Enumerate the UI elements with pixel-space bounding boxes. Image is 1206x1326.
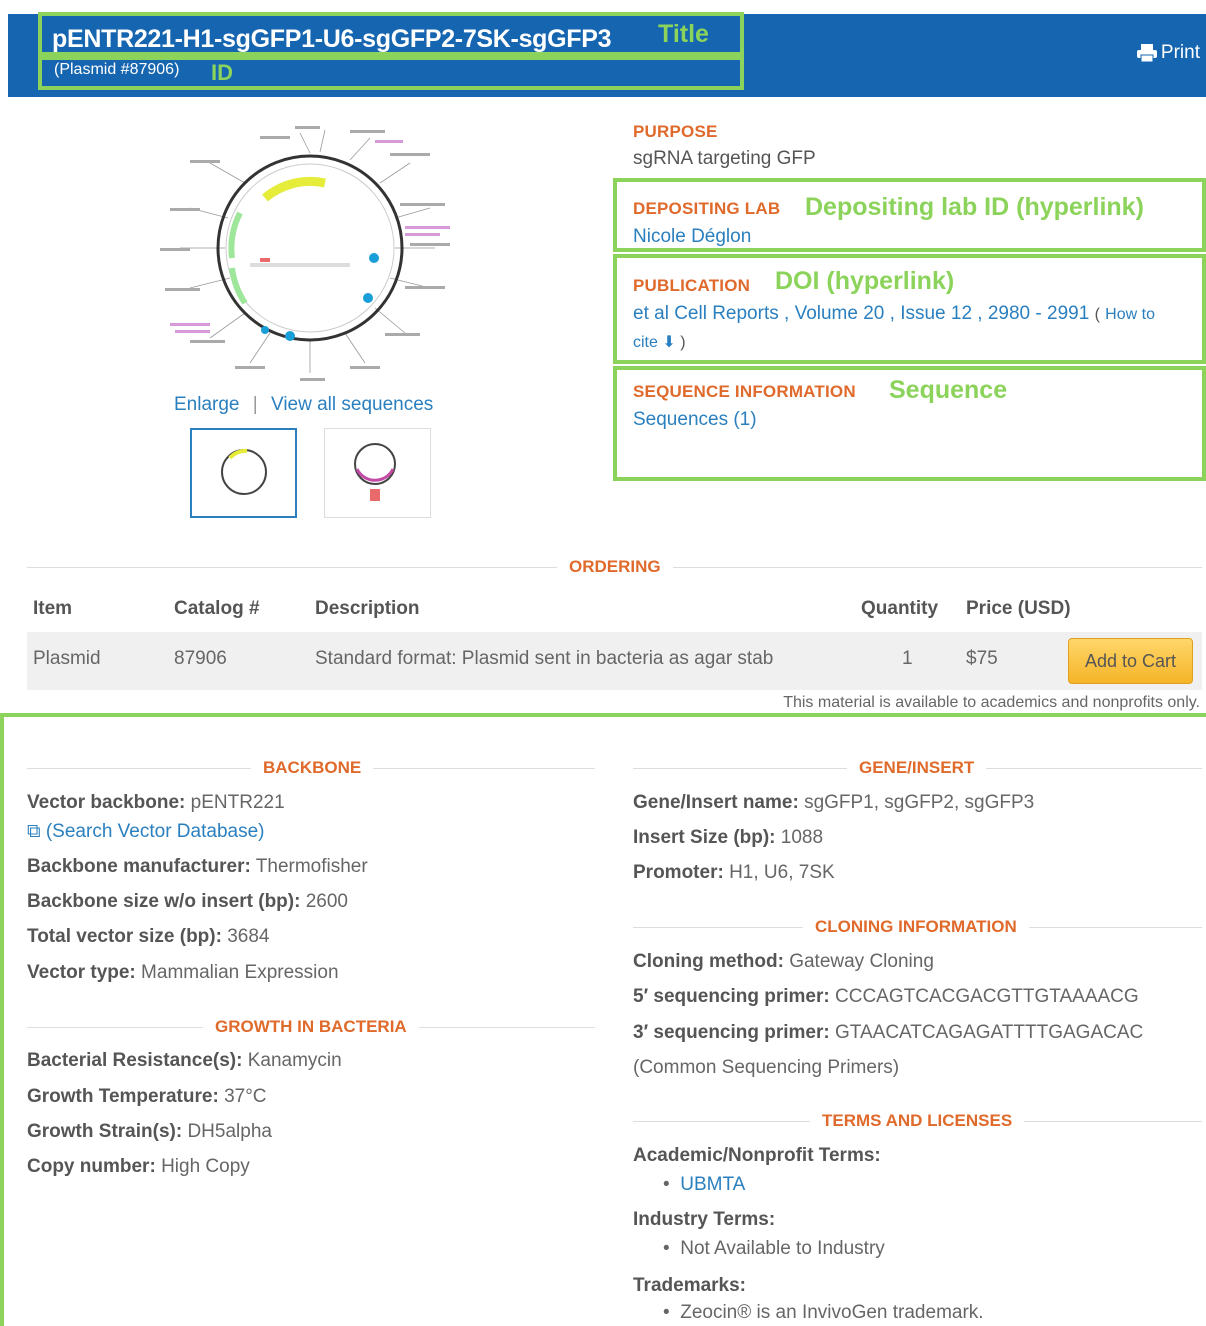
terms-heading: TERMS AND LICENSES bbox=[810, 1111, 1025, 1131]
col-catalog: Catalog # bbox=[174, 598, 260, 619]
trademarks-item: • Zeocin® is an InvivoGen trademark. bbox=[663, 1302, 984, 1323]
col-price: Price (USD) bbox=[966, 598, 1071, 619]
how-to-cite-link[interactable]: How to bbox=[1105, 306, 1155, 323]
search-vector-row: ⧉ (Search Vector Database) bbox=[27, 821, 264, 843]
sequence-info-label: SEQUENCE INFORMATION bbox=[633, 382, 856, 401]
id-annotation-box bbox=[38, 56, 744, 90]
gene-insert-name: Gene/Insert name: sgGFP1, sgGFP2, sgGFP3 bbox=[633, 792, 1035, 813]
title-annotation-label: Title bbox=[658, 20, 709, 48]
industry-terms-label: Industry Terms: bbox=[633, 1209, 776, 1230]
cite-open-paren: ( bbox=[1094, 306, 1100, 323]
backbone-heading: BACKBONE bbox=[251, 758, 374, 778]
search-vector-link[interactable]: (Search Vector Database) bbox=[46, 821, 265, 842]
academic-terms-item: • UBMTA bbox=[663, 1174, 746, 1195]
printer-icon bbox=[1136, 44, 1157, 63]
id-annotation-label: ID bbox=[211, 60, 233, 85]
sequences-link[interactable]: Sequences (1) bbox=[633, 409, 757, 431]
print-label: Print bbox=[1160, 42, 1200, 63]
map-link-separator: | bbox=[252, 394, 258, 415]
publication-label: PUBLICATION bbox=[633, 276, 751, 295]
ubmta-link[interactable]: UBMTA bbox=[680, 1174, 745, 1195]
depositing-lab-annotation-label: Depositing lab ID (hyperlink) bbox=[805, 193, 1144, 221]
vector-backbone: Vector backbone: pENTR221 bbox=[27, 792, 285, 813]
backbone-manufacturer: Backbone manufacturer: Thermofisher bbox=[27, 856, 368, 877]
download-arrow-icon[interactable]: ⬇ bbox=[662, 334, 675, 351]
primer-5: 5′ sequencing primer: CCCAGTCACGACGTTGTA… bbox=[633, 986, 1139, 1007]
ordering-heading: ORDERING bbox=[557, 557, 673, 577]
common-primers-link[interactable]: (Common Sequencing Primers) bbox=[633, 1057, 899, 1079]
gene-heading: GENE/INSERT bbox=[847, 758, 987, 778]
map-thumbnail-2[interactable] bbox=[324, 428, 431, 518]
col-item: Item bbox=[33, 598, 73, 619]
academic-terms-label: Academic/Nonprofit Terms: bbox=[633, 1145, 881, 1166]
publication-annotation-label: DOI (hyperlink) bbox=[775, 267, 955, 295]
publication-link[interactable]: et al Cell Reports , Volume 20 , Issue 1… bbox=[633, 303, 1089, 324]
bacterial-resistance: Bacterial Resistance(s): Kanamycin bbox=[27, 1050, 342, 1071]
cloning-heading: CLONING INFORMATION bbox=[803, 917, 1029, 937]
col-quantity: Quantity bbox=[861, 598, 939, 619]
row-price: $75 bbox=[966, 648, 998, 669]
map-links: Enlarge | View all sequences bbox=[174, 394, 433, 416]
view-all-sequences-link[interactable]: View all sequences bbox=[271, 394, 433, 415]
map-thumbnail-1[interactable] bbox=[190, 428, 297, 518]
cite-close-paren: ) bbox=[680, 334, 686, 351]
backbone-size: Backbone size w/o insert (bp): 2600 bbox=[27, 891, 348, 912]
availability-note: This material is available to academics … bbox=[783, 694, 1200, 711]
row-item: Plasmid bbox=[33, 648, 101, 669]
row-description: Standard format: Plasmid sent in bacteri… bbox=[315, 648, 774, 669]
industry-terms-item: • Not Available to Industry bbox=[663, 1238, 885, 1259]
copy-number: Copy number: High Copy bbox=[27, 1156, 250, 1177]
external-link-icon[interactable]: ⧉ bbox=[27, 821, 41, 842]
growth-strain: Growth Strain(s): DH5alpha bbox=[27, 1121, 272, 1142]
cite-line: cite ⬇ ) bbox=[633, 332, 686, 352]
title-annotation-box bbox=[38, 12, 744, 56]
growth-temperature: Growth Temperature: 37°C bbox=[27, 1086, 267, 1107]
vector-type: Vector type: Mammalian Expression bbox=[27, 962, 339, 983]
promoter: Promoter: H1, U6, 7SK bbox=[633, 862, 835, 883]
depositing-lab-label: DEPOSITING LAB bbox=[633, 199, 781, 218]
sequence-annotation-label: Sequence bbox=[889, 376, 1008, 404]
row-catalog: 87906 bbox=[174, 648, 227, 669]
publication-line: et al Cell Reports , Volume 20 , Issue 1… bbox=[633, 303, 1155, 325]
enlarge-link[interactable]: Enlarge bbox=[174, 394, 240, 415]
insert-size: Insert Size (bp): 1088 bbox=[633, 827, 824, 848]
plasmid-map-image[interactable] bbox=[150, 108, 480, 398]
trademarks-label: Trademarks: bbox=[633, 1275, 747, 1296]
total-vector-size: Total vector size (bp): 3684 bbox=[27, 926, 270, 947]
depositing-lab-link[interactable]: Nicole Déglon bbox=[633, 226, 751, 248]
row-quantity: 1 bbox=[902, 648, 913, 669]
cite-link[interactable]: cite bbox=[633, 334, 658, 351]
print-button[interactable]: Print bbox=[1136, 42, 1200, 64]
growth-heading: GROWTH IN BACTERIA bbox=[203, 1017, 419, 1037]
cloning-method: Cloning method: Gateway Cloning bbox=[633, 951, 934, 972]
purpose-value: sgRNA targeting GFP bbox=[633, 148, 816, 169]
purpose-label: PURPOSE bbox=[633, 122, 718, 141]
col-description: Description bbox=[315, 598, 420, 619]
add-to-cart-button[interactable]: Add to Cart bbox=[1068, 638, 1193, 684]
primer-3: 3′ sequencing primer: GTAACATCAGAGATTTTG… bbox=[633, 1022, 1144, 1043]
